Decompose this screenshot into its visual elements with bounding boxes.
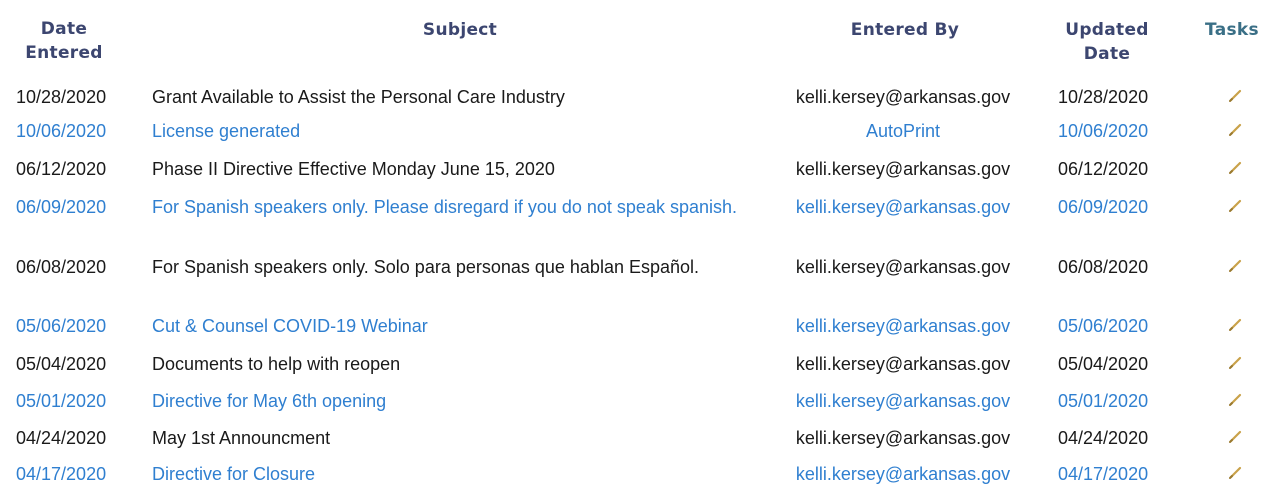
subject-cell: Documents to help with reopen	[152, 354, 401, 374]
entered-by-cell: kelli.kersey@arkansas.gov	[795, 87, 1011, 107]
entered-by-cell: kelli.kersey@arkansas.gov	[795, 428, 1011, 448]
date-entered-cell: 06/08/2020	[16, 257, 107, 277]
entered-by-cell: kelli.kersey@arkansas.gov	[795, 257, 1011, 277]
header-entered-by-label: Entered By	[850, 20, 960, 40]
column-header-tasks: Tasks	[1192, 18, 1272, 42]
pencil-icon[interactable]	[1226, 314, 1246, 334]
pencil-icon[interactable]	[1226, 195, 1246, 215]
pencil-icon[interactable]	[1226, 426, 1246, 446]
subject-link[interactable]: Cut & Counsel COVID-19 Webinar	[152, 315, 762, 338]
updated-date-cell: 06/12/2020	[1058, 159, 1149, 179]
entered-by-cell: kelli.kersey@arkansas.gov	[795, 354, 1011, 374]
pencil-icon[interactable]	[1226, 389, 1246, 409]
header-date-entered-line2: Entered	[25, 43, 103, 63]
column-header-subject[interactable]: Subject	[400, 18, 520, 42]
subject-link[interactable]: Directive for Closure	[152, 463, 762, 486]
header-updated-date-line2: Date	[1083, 44, 1131, 64]
column-header-updated-date[interactable]: Updated Date	[1052, 18, 1162, 66]
subject-cell: For Spanish speakers only. Solo para per…	[152, 257, 700, 277]
column-header-entered-by[interactable]: Entered By	[830, 18, 980, 42]
updated-date-cell: 10/28/2020	[1058, 87, 1149, 107]
subject-link[interactable]: Directive for May 6th opening	[152, 390, 762, 413]
date-entered-cell[interactable]: 05/01/2020	[16, 390, 106, 413]
pencil-icon[interactable]	[1226, 157, 1246, 177]
date-entered-cell: 04/24/2020	[16, 428, 107, 448]
entered-by-cell[interactable]: kelli.kersey@arkansas.gov	[748, 463, 1058, 486]
pencil-icon[interactable]	[1226, 352, 1246, 372]
pencil-icon[interactable]	[1226, 462, 1246, 482]
updated-date-cell[interactable]: 10/06/2020	[1058, 120, 1148, 143]
subject-cell: Grant Available to Assist the Personal C…	[152, 87, 565, 107]
date-entered-cell[interactable]: 04/17/2020	[16, 463, 106, 486]
updated-date-cell: 06/08/2020	[1058, 257, 1149, 277]
subject-cell: May 1st Announcment	[152, 428, 331, 448]
entered-by-cell: kelli.kersey@arkansas.gov	[795, 159, 1011, 179]
entered-by-cell[interactable]: kelli.kersey@arkansas.gov	[748, 196, 1058, 219]
pencil-icon[interactable]	[1226, 85, 1246, 105]
date-entered-cell[interactable]: 05/06/2020	[16, 315, 106, 338]
updated-date-cell: 05/04/2020	[1058, 354, 1149, 374]
entered-by-cell[interactable]: kelli.kersey@arkansas.gov	[748, 390, 1058, 413]
header-subject-label: Subject	[422, 20, 498, 40]
entered-by-cell[interactable]: kelli.kersey@arkansas.gov	[748, 315, 1058, 338]
header-date-entered-line1: Date	[40, 19, 88, 39]
header-updated-date-line1: Updated	[1065, 20, 1149, 40]
pencil-icon[interactable]	[1226, 255, 1246, 275]
date-entered-cell: 10/28/2020	[16, 87, 107, 107]
updated-date-cell[interactable]: 06/09/2020	[1058, 196, 1148, 219]
header-tasks-label: Tasks	[1205, 20, 1259, 40]
updated-date-cell: 04/24/2020	[1058, 428, 1149, 448]
pencil-icon[interactable]	[1226, 119, 1246, 139]
updated-date-cell[interactable]: 05/01/2020	[1058, 390, 1148, 413]
date-entered-cell[interactable]: 10/06/2020	[16, 120, 106, 143]
date-entered-cell[interactable]: 06/09/2020	[16, 196, 106, 219]
date-entered-cell: 05/04/2020	[16, 354, 107, 374]
updated-date-cell[interactable]: 04/17/2020	[1058, 463, 1148, 486]
entered-by-cell[interactable]: AutoPrint	[748, 120, 1058, 143]
date-entered-cell: 06/12/2020	[16, 159, 107, 179]
updated-date-cell[interactable]: 05/06/2020	[1058, 315, 1148, 338]
subject-link[interactable]: License generated	[152, 120, 762, 143]
subject-link[interactable]: For Spanish speakers only. Please disreg…	[152, 196, 762, 219]
subject-cell: Phase II Directive Effective Monday June…	[152, 159, 555, 179]
column-header-date-entered[interactable]: Date Entered	[14, 17, 114, 65]
